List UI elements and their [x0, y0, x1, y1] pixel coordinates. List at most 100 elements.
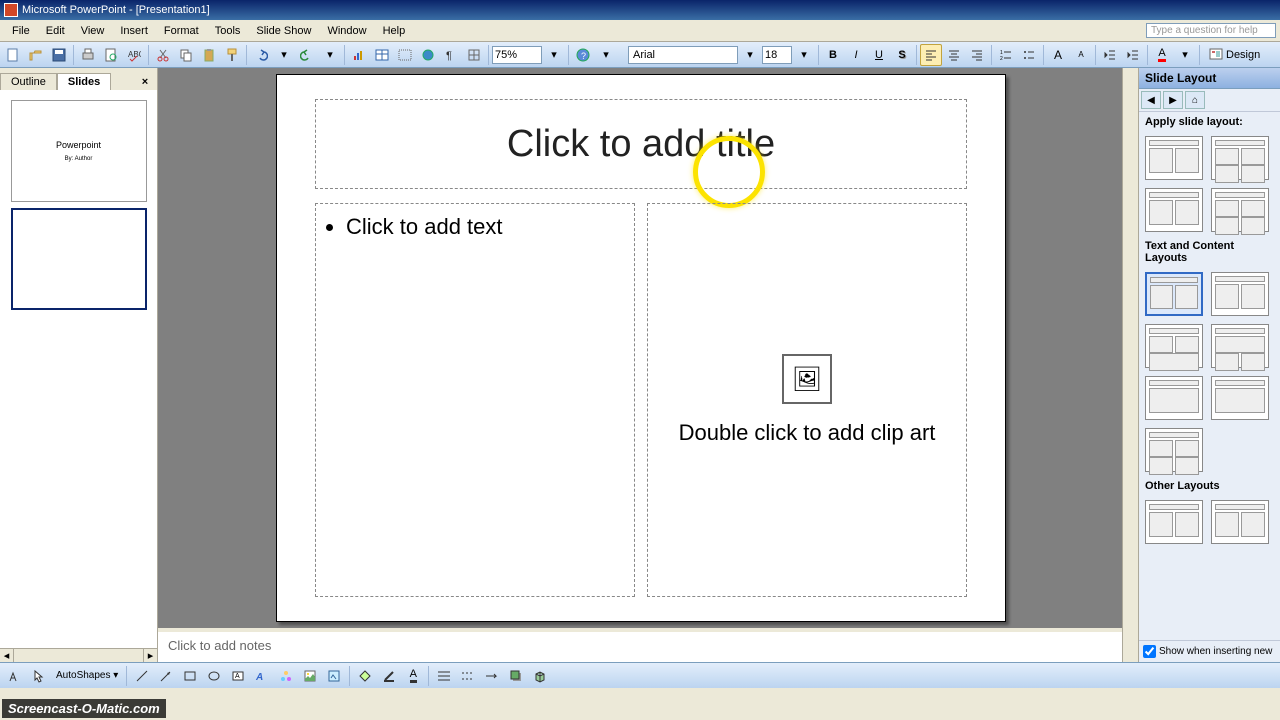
notes-pane[interactable]: Click to add notes	[158, 628, 1138, 662]
dash-style-button[interactable]	[457, 665, 479, 687]
layout-content-3[interactable]	[1145, 188, 1203, 232]
design-button[interactable]: Design	[1203, 45, 1266, 65]
redo-button[interactable]	[296, 44, 318, 66]
font-dropdown[interactable]: ▾	[739, 44, 761, 66]
increase-font-button[interactable]: A	[1047, 44, 1069, 66]
task-forward-button[interactable]: ▶	[1163, 91, 1183, 109]
line-style-button[interactable]	[433, 665, 455, 687]
font-input[interactable]	[628, 46, 738, 64]
layout-content-2[interactable]	[1211, 136, 1269, 180]
layout-other-2[interactable]	[1211, 500, 1269, 544]
bullets-button[interactable]	[1018, 44, 1040, 66]
layout-tc-6[interactable]	[1211, 376, 1269, 420]
undo-dropdown[interactable]: ▾	[273, 44, 295, 66]
open-button[interactable]	[25, 44, 47, 66]
layout-tc-3[interactable]	[1145, 324, 1203, 368]
picture-button[interactable]	[323, 665, 345, 687]
show-formatting-button[interactable]: ¶	[440, 44, 462, 66]
zoom-input[interactable]	[492, 46, 542, 64]
font-size-input[interactable]	[762, 46, 792, 64]
save-button[interactable]	[48, 44, 70, 66]
clipart-button[interactable]	[299, 665, 321, 687]
font-color-button[interactable]: A	[1151, 44, 1173, 66]
task-back-button[interactable]: ◀	[1141, 91, 1161, 109]
layout-content-4[interactable]	[1211, 188, 1269, 232]
format-painter-button[interactable]	[221, 44, 243, 66]
font-color-dropdown[interactable]: ▾	[1174, 44, 1196, 66]
tab-slides[interactable]: Slides	[57, 73, 111, 90]
menu-slideshow[interactable]: Slide Show	[248, 23, 319, 39]
print-button[interactable]	[77, 44, 99, 66]
show-when-inserting[interactable]: Show when inserting new	[1139, 640, 1280, 662]
undo-button[interactable]	[250, 44, 272, 66]
menu-window[interactable]: Window	[319, 23, 374, 39]
menu-format[interactable]: Format	[156, 23, 207, 39]
insert-table-button[interactable]	[371, 44, 393, 66]
paste-button[interactable]	[198, 44, 220, 66]
align-right-button[interactable]	[966, 44, 988, 66]
show-grid-button[interactable]	[463, 44, 485, 66]
zoom-dropdown[interactable]: ▾	[543, 44, 565, 66]
draw-menu-button[interactable]	[4, 665, 26, 687]
redo-dropdown[interactable]: ▾	[319, 44, 341, 66]
underline-button[interactable]: U	[868, 44, 890, 66]
align-left-button[interactable]	[920, 44, 942, 66]
diagram-button[interactable]	[275, 665, 297, 687]
toolbar-options[interactable]: ▾	[595, 44, 617, 66]
insert-chart-button[interactable]	[348, 44, 370, 66]
cut-button[interactable]	[152, 44, 174, 66]
line-color-button[interactable]	[378, 665, 400, 687]
rectangle-button[interactable]	[179, 665, 201, 687]
menu-insert[interactable]: Insert	[112, 23, 156, 39]
slide-thumb-1[interactable]: Powerpoint By: Author	[11, 100, 147, 202]
notes-vscroll[interactable]	[1122, 628, 1138, 662]
spelling-button[interactable]: ABC	[123, 44, 145, 66]
help-search-input[interactable]: Type a question for help	[1146, 23, 1276, 38]
autoshapes-button[interactable]: AutoShapes ▾	[52, 665, 122, 687]
editor-vscroll[interactable]	[1122, 68, 1138, 628]
layout-other-1[interactable]	[1145, 500, 1203, 544]
shadow-button[interactable]: S	[891, 44, 913, 66]
slide-thumb-2[interactable]	[11, 208, 147, 310]
layout-tc-5[interactable]	[1145, 376, 1203, 420]
font-size-dropdown[interactable]: ▾	[793, 44, 815, 66]
menu-edit[interactable]: Edit	[38, 23, 73, 39]
numbering-button[interactable]: 12	[995, 44, 1017, 66]
3d-style-button[interactable]	[529, 665, 551, 687]
menu-help[interactable]: Help	[375, 23, 414, 39]
tab-outline[interactable]: Outline	[0, 73, 57, 90]
italic-button[interactable]: I	[845, 44, 867, 66]
clipart-placeholder[interactable]: 🖼 Double click to add clip art	[647, 203, 967, 597]
menu-tools[interactable]: Tools	[207, 23, 249, 39]
decrease-indent-button[interactable]	[1099, 44, 1121, 66]
menu-file[interactable]: File	[4, 23, 38, 39]
insert-hyperlink-button[interactable]	[417, 44, 439, 66]
print-preview-button[interactable]	[100, 44, 122, 66]
task-home-button[interactable]: ⌂	[1185, 91, 1205, 109]
oval-button[interactable]	[203, 665, 225, 687]
layout-content-1[interactable]	[1145, 136, 1203, 180]
close-panel-button[interactable]: ×	[137, 74, 153, 90]
text-placeholder[interactable]: Click to add text	[315, 203, 635, 597]
title-placeholder[interactable]: Click to add title	[315, 99, 967, 189]
align-center-button[interactable]	[943, 44, 965, 66]
layout-tc-1[interactable]	[1145, 272, 1203, 316]
copy-button[interactable]	[175, 44, 197, 66]
shadow-style-button[interactable]	[505, 665, 527, 687]
fill-color-button[interactable]	[354, 665, 376, 687]
slide-canvas[interactable]: Click to add title Click to add text 🖼 D…	[276, 74, 1006, 622]
increase-indent-button[interactable]	[1122, 44, 1144, 66]
arrow-button[interactable]	[155, 665, 177, 687]
help-button[interactable]: ?	[572, 44, 594, 66]
wordart-button[interactable]: A	[251, 665, 273, 687]
decrease-font-button[interactable]: A	[1070, 44, 1092, 66]
textbox-button[interactable]: A	[227, 665, 249, 687]
arrow-style-button[interactable]	[481, 665, 503, 687]
line-button[interactable]	[131, 665, 153, 687]
layout-tc-7[interactable]	[1145, 428, 1203, 472]
tables-borders-button[interactable]	[394, 44, 416, 66]
layout-tc-4[interactable]	[1211, 324, 1269, 368]
show-checkbox[interactable]	[1143, 645, 1156, 658]
select-objects-button[interactable]	[28, 665, 50, 687]
bold-button[interactable]: B	[822, 44, 844, 66]
